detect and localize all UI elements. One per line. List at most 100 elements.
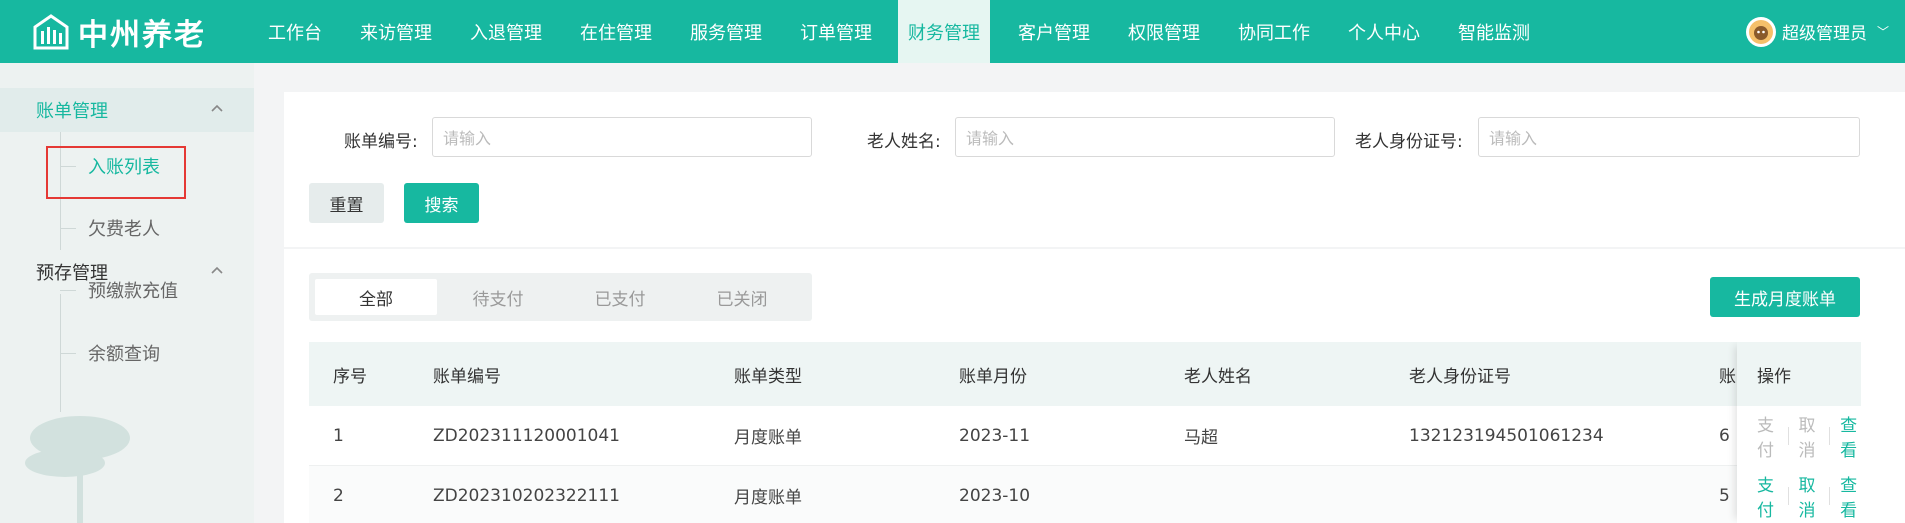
tab-closed[interactable]: 已关闭 — [681, 279, 803, 315]
nav-item-orders[interactable]: 订单管理 — [790, 0, 882, 63]
cell-index: 1 — [333, 425, 344, 446]
tab-label: 全部 — [359, 289, 393, 310]
divider — [1829, 427, 1831, 445]
header-elder-name: 老人姓名 — [1184, 366, 1252, 387]
elder-name-input[interactable]: 请输入 — [955, 117, 1335, 157]
pay-link[interactable]: 支付 — [1757, 411, 1778, 461]
bill-table: 序号 账单编号 账单类型 账单月份 老人姓名 老人身份证号 账 1 ZD2023… — [309, 342, 1861, 523]
divider — [1787, 487, 1789, 505]
nav-label: 智能监测 — [1458, 22, 1530, 44]
sidebar-item-recharge[interactable]: 预缴款充值 — [60, 277, 178, 303]
cell-bill-type: 月度账单 — [734, 428, 802, 448]
generate-monthly-bill-button[interactable]: 生成月度账单 — [1710, 277, 1860, 317]
cell-amount: 5 — [1719, 485, 1730, 506]
row-actions: 支付 取消 查看 — [1757, 406, 1861, 466]
sidebar-group-label: 账单管理 — [36, 101, 108, 122]
cell-bill-no: ZD202310202322111 — [433, 485, 620, 506]
placeholder-text: 请输入 — [443, 129, 492, 148]
table-row: 2 ZD202310202322111 月度账单 2023-10 5 — [309, 466, 1861, 523]
nav-label: 个人中心 — [1348, 22, 1420, 44]
tab-label: 待支付 — [472, 289, 524, 310]
cancel-link[interactable]: 取消 — [1799, 471, 1820, 521]
nav-label: 订单管理 — [800, 22, 872, 44]
header-operations: 操作 — [1737, 342, 1861, 406]
sidebar-item-balance[interactable]: 余额查询 — [60, 340, 160, 366]
header-amount: 账 — [1719, 366, 1736, 387]
header-bill-month: 账单月份 — [959, 366, 1027, 387]
nav-label: 来访管理 — [360, 22, 432, 44]
cell-bill-month: 2023-10 — [959, 485, 1031, 506]
tree-tick — [60, 227, 76, 229]
sidebar: 账单管理 入账列表 欠费老人 预存管理 预缴款充值 余额查询 — [0, 63, 254, 523]
nav-item-profile[interactable]: 个人中心 — [1338, 0, 1430, 63]
cell-index: 2 — [333, 485, 344, 506]
sidebar-item-label: 预缴款充值 — [88, 281, 178, 302]
search-button[interactable]: 搜索 — [404, 183, 479, 223]
cell-bill-no: ZD202311120001041 — [433, 425, 620, 446]
table-header: 序号 账单编号 账单类型 账单月份 老人姓名 老人身份证号 账 — [309, 342, 1861, 406]
tab-pending[interactable]: 待支付 — [437, 279, 559, 315]
cell-bill-month: 2023-11 — [959, 425, 1031, 446]
button-label: 重置 — [329, 195, 364, 216]
chevron-up-icon — [211, 104, 223, 112]
nav-item-services[interactable]: 服务管理 — [680, 0, 772, 63]
cell-bill-type: 月度账单 — [734, 488, 802, 508]
row-actions: 支付 取消 查看 — [1757, 466, 1861, 523]
operations-column: 操作 支付 取消 查看 支付 取消 查看 — [1737, 342, 1861, 523]
divider — [1829, 487, 1831, 505]
avatar-icon — [1748, 19, 1773, 44]
nav-item-workbench[interactable]: 工作台 — [258, 0, 332, 63]
tab-label: 已支付 — [594, 289, 646, 310]
pay-link[interactable]: 支付 — [1757, 471, 1778, 521]
highlight-box — [46, 146, 186, 199]
bill-list-panel: 全部 待支付 已支付 已关闭 生成月度账单 序号 账单编号 账单类型 账单月份 … — [284, 249, 1905, 523]
nav-label: 客户管理 — [1018, 22, 1090, 44]
tree-tick — [60, 289, 76, 291]
header-bill-type: 账单类型 — [734, 366, 802, 387]
main-nav: 工作台 来访管理 入退管理 在住管理 服务管理 订单管理 财务管理 客户管理 权… — [258, 0, 1558, 63]
nav-label: 在住管理 — [580, 22, 652, 44]
nav-item-customers[interactable]: 客户管理 — [1008, 0, 1100, 63]
app-logo[interactable]: 中州养老 — [0, 0, 240, 63]
view-link[interactable]: 查看 — [1840, 411, 1861, 461]
logo-icon — [33, 13, 69, 49]
sidebar-item-label: 余额查询 — [88, 344, 160, 365]
user-menu[interactable]: 超级管理员 ﹀ — [1745, 0, 1889, 63]
cell-elder-name: 马超 — [1184, 428, 1218, 448]
app-name: 中州养老 — [78, 17, 206, 53]
avatar — [1745, 16, 1776, 47]
nav-label: 协同工作 — [1238, 22, 1310, 44]
nav-item-check-in-out[interactable]: 入退管理 — [460, 0, 552, 63]
nav-item-permissions[interactable]: 权限管理 — [1118, 0, 1210, 63]
nav-item-monitoring[interactable]: 智能监测 — [1448, 0, 1540, 63]
button-label: 搜索 — [424, 195, 459, 216]
button-label: 生成月度账单 — [1734, 289, 1836, 310]
nav-item-visits[interactable]: 来访管理 — [350, 0, 442, 63]
tab-label: 已关闭 — [716, 289, 768, 310]
nav-item-collaboration[interactable]: 协同工作 — [1228, 0, 1320, 63]
id-card-input[interactable]: 请输入 — [1478, 117, 1860, 157]
status-tabs: 全部 待支付 已支付 已关闭 — [309, 273, 812, 321]
tab-all[interactable]: 全部 — [315, 279, 437, 315]
placeholder-text: 请输入 — [966, 129, 1015, 148]
elder-name-label: 老人姓名: — [867, 132, 941, 152]
nav-item-finance[interactable]: 财务管理 — [898, 0, 990, 63]
tab-paid[interactable]: 已支付 — [559, 279, 681, 315]
reset-button[interactable]: 重置 — [309, 183, 384, 223]
chevron-down-icon: ﹀ — [1876, 25, 1889, 39]
table-row: 1 ZD202311120001041 月度账单 2023-11 马超 1321… — [309, 406, 1861, 466]
header-label: 操作 — [1757, 366, 1791, 387]
cell-amount: 6 — [1719, 425, 1730, 446]
filter-panel: 账单编号: 请输入 老人姓名: 请输入 老人身份证号: 请输入 重置 搜索 — [284, 92, 1905, 247]
id-card-label: 老人身份证号: — [1355, 132, 1463, 152]
header-id-card: 老人身份证号 — [1409, 366, 1511, 387]
placeholder-text: 请输入 — [1489, 129, 1538, 148]
nav-label: 工作台 — [268, 22, 322, 44]
view-link[interactable]: 查看 — [1840, 471, 1861, 521]
sidebar-group-billing[interactable]: 账单管理 — [0, 88, 254, 132]
bill-no-input[interactable]: 请输入 — [432, 117, 812, 157]
nav-item-residents[interactable]: 在住管理 — [570, 0, 662, 63]
sidebar-item-arrears[interactable]: 欠费老人 — [60, 215, 160, 241]
cancel-link[interactable]: 取消 — [1799, 411, 1820, 461]
sidebar-item-label: 欠费老人 — [88, 219, 160, 240]
